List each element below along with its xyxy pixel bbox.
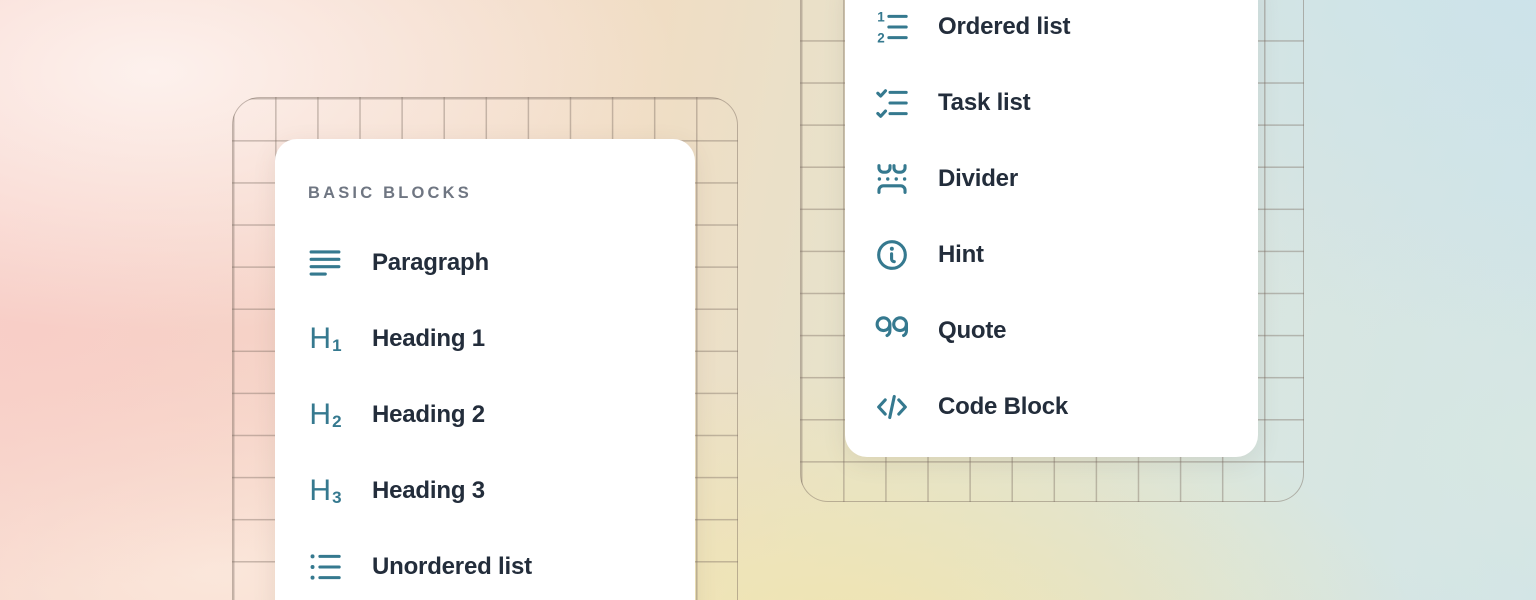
menu-item-label: Hint [938,241,984,269]
menu-item-unordered-list[interactable]: Unordered list [275,529,695,600]
ordered-list-number-1: 1 [877,10,885,24]
menu-item-label: Heading 2 [372,401,485,429]
heading-level: 1 [332,336,341,355]
menu-item-label: Unordered list [372,553,532,581]
menu-item-label: Paragraph [372,249,489,277]
heading-letter: H [309,474,331,507]
section-label: BASIC BLOCKS [308,183,695,203]
menu-item-label: Heading 3 [372,477,485,505]
menu-item-label: Quote [938,317,1006,345]
divider-icon [875,162,909,196]
menu-item-paragraph[interactable]: Paragraph [275,225,695,301]
menu-item-divider[interactable]: Divider [845,141,1258,217]
menu-item-quote[interactable]: Quote [845,293,1258,369]
basic-blocks-menu-card: BASIC BLOCKS Paragraph H1 Heading 1 H2 [275,139,695,600]
menu-item-label: Code Block [938,393,1068,421]
heading-level: 3 [332,488,341,507]
menu-item-heading-1[interactable]: H1 Heading 1 [275,301,695,377]
heading-3-icon: H3 [308,474,342,508]
task-list-icon [875,86,909,120]
quote-icon [875,314,909,348]
menu-item-label: Task list [938,89,1030,117]
heading-letter: H [309,398,331,431]
menu-item-label: Divider [938,165,1018,193]
hint-icon [875,238,909,272]
menu-item-hint[interactable]: Hint [845,217,1258,293]
menu-item-code-block[interactable]: Code Block [845,369,1258,445]
hero-illustration: BASIC BLOCKS Paragraph H1 Heading 1 H2 [0,0,1536,600]
menu-item-label: Ordered list [938,13,1070,41]
code-block-icon [875,390,909,424]
heading-level: 2 [332,412,341,431]
ordered-list-number-2: 2 [877,31,884,44]
menu-item-ordered-list[interactable]: 1 2 Ordered list [845,0,1258,65]
heading-2-icon: H2 [308,398,342,432]
unordered-list-icon [308,550,342,584]
basic-blocks-menu-items: Paragraph H1 Heading 1 H2 Heading 2 H3 H… [275,225,695,600]
ordered-list-icon: 1 2 [875,10,909,44]
blocks-menu-items: 1 2 Ordered list Task list [845,0,1258,445]
paragraph-icon [308,246,342,280]
heading-letter: H [309,322,331,355]
menu-item-heading-2[interactable]: H2 Heading 2 [275,377,695,453]
heading-1-icon: H1 [308,322,342,356]
menu-item-heading-3[interactable]: H3 Heading 3 [275,453,695,529]
blocks-menu-card: 1 2 Ordered list Task list [845,0,1258,457]
menu-item-task-list[interactable]: Task list [845,65,1258,141]
menu-item-label: Heading 1 [372,325,485,353]
